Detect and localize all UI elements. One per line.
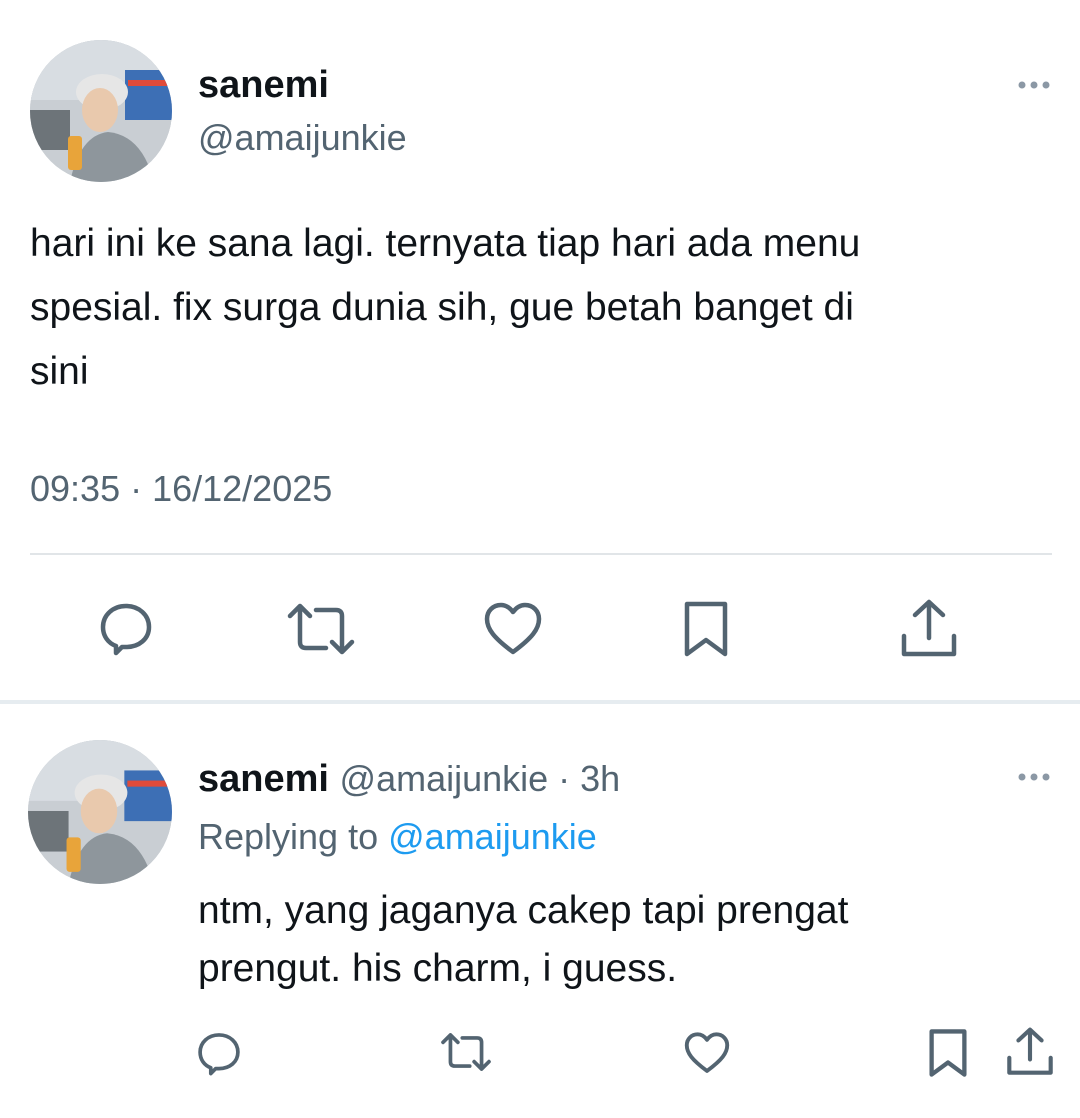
like-icon[interactable]	[684, 1032, 730, 1074]
like-icon[interactable]	[484, 602, 542, 656]
tweet-text-line: sini	[30, 350, 89, 393]
tweet-text: hari ini ke sana lagi. ternyata tiap har…	[30, 212, 1060, 404]
bookmark-icon[interactable]	[928, 1028, 968, 1078]
display-name[interactable]: sanemi	[198, 758, 329, 800]
reply-text-line: prengut. his charm, i guess.	[198, 947, 678, 990]
share-icon[interactable]	[900, 598, 958, 660]
tweet-text-line: spesial. fix surga dunia sih, gue betah …	[30, 286, 854, 329]
avatar-photo	[28, 740, 172, 884]
tweet-text-line: hari ini ke sana lagi. ternyata tiap har…	[30, 222, 861, 265]
replying-to-label: Replying to	[198, 816, 379, 857]
bookmark-icon[interactable]	[683, 600, 729, 658]
handle-and-time[interactable]: @amaijunkie · 3h	[340, 758, 621, 799]
share-icon[interactable]	[1006, 1026, 1054, 1078]
reply-header: sanemi @amaijunkie · 3h	[198, 756, 620, 802]
display-name[interactable]: sanemi	[198, 62, 329, 108]
reply-icon[interactable]	[98, 600, 154, 656]
reply-text-line: ntm, yang jaganya cakep tapi prengat	[198, 889, 849, 932]
replying-to: Replying to @amaijunkie	[198, 814, 597, 860]
avatar-photo	[30, 40, 172, 182]
replying-to-handle[interactable]: @amaijunkie	[388, 816, 597, 857]
timestamp[interactable]: 09:35 · 16/12/2025	[30, 466, 332, 512]
more-horizontal-icon[interactable]	[1014, 762, 1054, 792]
handle[interactable]: @amaijunkie	[198, 116, 407, 160]
divider	[30, 553, 1052, 555]
avatar[interactable]	[28, 740, 172, 884]
reply-text: ntm, yang jaganya cakep tapi prengat pre…	[198, 882, 1058, 998]
retweet-icon[interactable]	[286, 602, 356, 656]
section-separator	[0, 700, 1080, 704]
retweet-icon[interactable]	[440, 1032, 492, 1072]
more-horizontal-icon[interactable]	[1014, 70, 1054, 100]
avatar[interactable]	[30, 40, 172, 182]
reply-icon[interactable]	[196, 1030, 242, 1076]
